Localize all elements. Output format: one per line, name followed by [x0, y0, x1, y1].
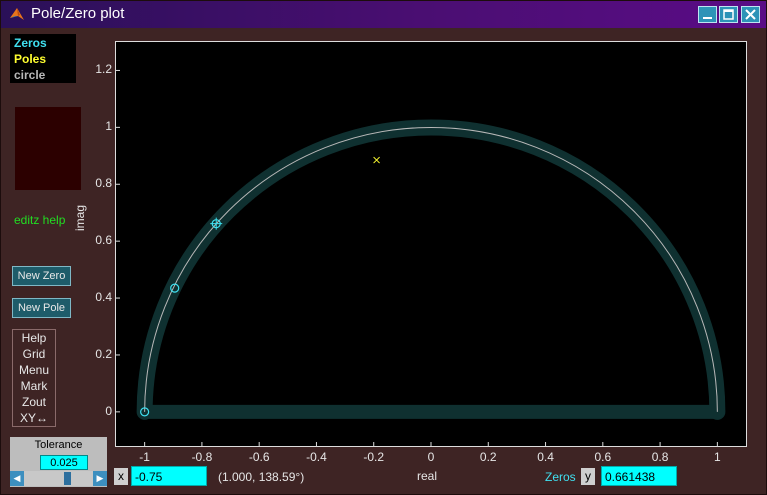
pole-zero-window: Pole/Zero plot Zeros Poles circle editz … [0, 0, 767, 495]
minimize-icon [703, 17, 712, 19]
x-tick-label: -0.4 [306, 450, 327, 464]
window-title: Pole/Zero plot [31, 5, 125, 22]
y-tick-label: 0.4 [95, 290, 112, 305]
legend-poles: Poles [14, 52, 47, 66]
menu-item-help[interactable]: Help [13, 330, 55, 346]
x-tick-label: 0.8 [651, 450, 669, 464]
tolerance-band-arc [136, 119, 726, 420]
y-tick-label: 1 [105, 119, 112, 134]
legend: Zeros Poles circle [10, 34, 76, 83]
maximize-button[interactable] [719, 6, 738, 23]
menu-item-menu[interactable]: Menu [13, 362, 55, 378]
maximize-icon [723, 9, 734, 20]
x-tick-label: 0.2 [479, 450, 497, 464]
x-axis-label: real [417, 469, 438, 483]
color-swatch [15, 107, 81, 190]
legend-circle: circle [14, 68, 46, 82]
x-tick-label: -0.6 [248, 450, 270, 464]
y-tick-label: 0.2 [95, 346, 112, 361]
plot-area[interactable] [115, 41, 747, 447]
tolerance-input[interactable]: 0.025 [40, 455, 88, 470]
y-label: y [581, 468, 595, 485]
x-tick-label: 1 [714, 450, 721, 464]
unit-circle-line [144, 127, 718, 412]
close-button[interactable] [741, 6, 760, 23]
x-tick-label: 0.6 [594, 450, 612, 464]
y-value-input[interactable]: 0.661438 [601, 466, 677, 486]
menu-item-mark[interactable]: Mark [13, 378, 55, 394]
y-tick-label: 1.2 [95, 62, 112, 77]
x-tick-label: -0.2 [363, 450, 385, 464]
x-tick-label: 0.4 [537, 450, 554, 464]
x-label: x [114, 468, 128, 485]
tolerance-panel: Tolerance 0.025 ◀ ▶ [10, 437, 107, 487]
x-tick-label: -1 [139, 450, 150, 464]
y-tick-label: 0.8 [95, 176, 112, 191]
x-tick-label: 0 [427, 450, 435, 464]
y-axis-label: imag [73, 204, 87, 231]
polar-coords-readout: (1.000, 138.59°) [218, 470, 305, 484]
new-zero-button[interactable]: New Zero [12, 266, 71, 286]
slider-left-arrow-icon[interactable]: ◀ [10, 471, 24, 486]
slider-thumb[interactable] [64, 472, 71, 485]
matlab-icon [10, 8, 24, 20]
menu-item-xy[interactable]: XY↔ [13, 410, 55, 426]
menu-item-grid[interactable]: Grid [13, 346, 55, 362]
close-icon [745, 9, 756, 20]
slider-right-arrow-icon[interactable]: ▶ [93, 471, 107, 486]
x-value-input[interactable]: -0.75 [131, 466, 207, 486]
new-pole-button[interactable]: New Pole [12, 298, 71, 318]
tolerance-label: Tolerance [34, 439, 83, 451]
menu-item-zout[interactable]: Zout [13, 394, 55, 410]
y-tick-label: 0 [105, 403, 112, 418]
pole-zero-plot[interactable] [116, 42, 746, 446]
editz-help-link[interactable]: editz help [14, 213, 65, 227]
tolerance-slider[interactable]: ◀ ▶ [10, 471, 107, 486]
legend-zeros: Zeros [14, 36, 47, 50]
minimize-button[interactable] [698, 6, 717, 23]
title-bar[interactable]: Pole/Zero plot [1, 1, 766, 28]
x-tick-label: -0.8 [191, 450, 213, 464]
menu-list: Help Grid Menu Mark Zout XY↔ [12, 329, 56, 427]
y-tick-label: 0.6 [95, 233, 112, 248]
mode-label: Zeros [545, 470, 576, 484]
pole-marker [373, 156, 380, 164]
